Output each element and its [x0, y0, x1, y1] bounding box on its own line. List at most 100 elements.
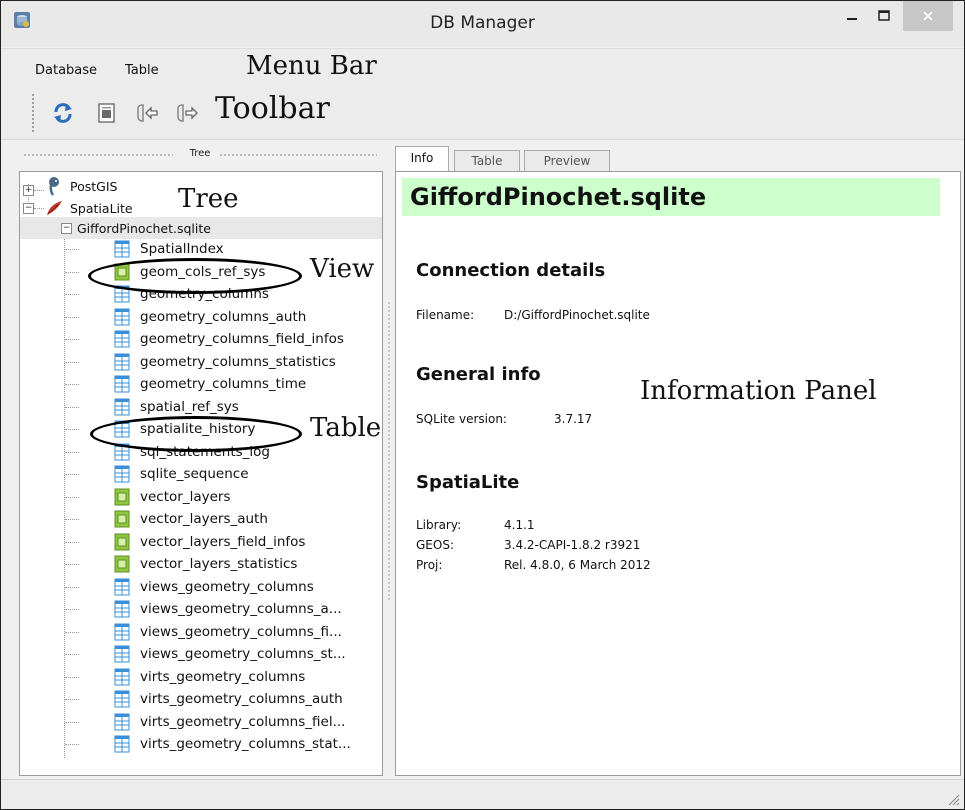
tree-item-postgis[interactable]: PostGIS [46, 175, 117, 197]
annotation-view: View [310, 254, 375, 284]
export-layer-button[interactable] [173, 99, 201, 127]
tree-item-label: sqlite_sequence [140, 466, 249, 482]
tree-connector [65, 564, 79, 565]
tree-item-view[interactable]: vector_layers_auth [114, 508, 268, 530]
tree-connector [34, 208, 44, 209]
tree-item-table[interactable]: virts_geometry_columns [114, 666, 305, 688]
library-row: Library: 4.1.1 [416, 518, 535, 532]
tree-item-label: GiffordPinochet.sqlite [77, 220, 211, 236]
tree-item-view[interactable]: vector_layers_field_infos [114, 531, 305, 553]
tree-dock-header: Tree [19, 146, 381, 164]
database-expander[interactable]: − [61, 222, 72, 234]
tree-connector [65, 384, 79, 385]
tree-item-label: virts_geometry_columns_fiel... [140, 713, 346, 730]
tree-item-view[interactable]: vector_layers [114, 486, 230, 508]
geos-value: 3.4.2-CAPI-1.8.2 r3921 [504, 538, 641, 552]
tree-item-database[interactable]: − GiffordPinochet.sqlite [20, 217, 382, 239]
tree-item-label: views_geometry_columns_a... [140, 601, 342, 617]
tree-item-table[interactable]: views_geometry_columns_fi... [114, 621, 342, 643]
sqlite-version-label: SQLite version: [416, 412, 507, 426]
tree-item-label: vector_layers [140, 488, 231, 505]
table-icon [114, 690, 130, 708]
minimize-button[interactable] [837, 1, 867, 31]
postgis-expander[interactable]: + [23, 185, 34, 196]
tree-connector [65, 474, 79, 475]
window-title: DB Manager [430, 13, 535, 33]
tree-item-table[interactable]: geometry_columns_time [114, 373, 306, 395]
tree-item-label: views_geometry_columns_st... [140, 646, 346, 662]
maximize-button[interactable] [869, 1, 899, 31]
connection-details-heading: Connection details [416, 260, 606, 281]
tree-header-grip-right [219, 153, 377, 157]
tree-connector [65, 721, 79, 723]
filename-value: D:/GiffordPinochet.sqlite [504, 308, 650, 322]
close-button[interactable] [903, 1, 953, 31]
info-title: GiffordPinochet.sqlite [402, 178, 940, 216]
library-label: Library: [416, 518, 462, 532]
tab-table[interactable]: Table [454, 150, 520, 171]
sql-window-button[interactable] [93, 99, 121, 127]
tab-info[interactable]: Info [395, 146, 449, 172]
menu-table[interactable]: Table [125, 63, 159, 78]
tree-connector [65, 316, 79, 318]
tree-item-label: spatial_ref_sys [140, 398, 239, 415]
tree-item-table[interactable]: geometry_columns_statistics [114, 351, 336, 373]
resize-grip-icon[interactable] [946, 792, 960, 806]
menu-database[interactable]: Database [35, 63, 97, 78]
tree-item-table[interactable]: views_geometry_columns [114, 576, 314, 598]
table-icon [114, 645, 130, 663]
tree-item-table[interactable]: geometry_columns_field_infos [114, 328, 344, 350]
tree-item-table[interactable]: sqlite_sequence [114, 463, 249, 485]
tree-item-view[interactable]: vector_layers_statistics [114, 553, 297, 575]
tree-connector [64, 232, 65, 758]
tree-item-table[interactable]: views_geometry_columns_st... [114, 643, 346, 665]
refresh-icon [54, 103, 72, 123]
sql-window-icon [98, 103, 115, 123]
library-value: 4.1.1 [504, 518, 535, 532]
tree-item-label: PostGIS [70, 178, 118, 194]
table-highlight-ellipse [90, 416, 302, 452]
tree-connector [65, 631, 79, 633]
table-icon [114, 398, 130, 415]
table-icon [114, 353, 130, 370]
tree-connector [65, 654, 79, 655]
annotation-information-panel: Information Panel [640, 376, 877, 406]
refresh-button[interactable] [49, 99, 77, 127]
tree-item-label: SpatiaLite [70, 200, 133, 216]
tab-preview[interactable]: Preview [524, 150, 610, 171]
panel-splitter[interactable] [387, 301, 391, 601]
tree-connector [65, 699, 79, 700]
tree-item-spatialite[interactable]: SpatiaLite [46, 197, 133, 219]
tree-item-label: views_geometry_columns_fi... [140, 623, 342, 640]
tree-item-table[interactable]: geometry_columns_auth [114, 306, 306, 328]
toolbar-grip[interactable] [31, 93, 35, 133]
table-icon [114, 623, 130, 640]
tree-item-table[interactable]: virts_geometry_columns_stat... [114, 733, 351, 755]
tree-connector [65, 339, 79, 340]
tree-item-table[interactable]: virts_geometry_columns_fiel... [114, 711, 345, 733]
table-icon [114, 600, 130, 618]
tree-item-label: virts_geometry_columns_stat... [140, 736, 351, 752]
toolbar: Toolbar [1, 87, 964, 140]
view-icon [114, 555, 130, 573]
tree-item-label: virts_geometry_columns [140, 668, 306, 685]
spatialite-expander[interactable]: − [23, 203, 34, 214]
tree-item-label: geometry_columns_statistics [140, 353, 336, 370]
tree-connector [65, 541, 79, 543]
tree-item-table[interactable]: views_geometry_columns_a... [114, 598, 342, 620]
tree-item-label: virts_geometry_columns_auth [140, 691, 343, 707]
view-icon [114, 510, 130, 528]
proj-label: Proj: [416, 558, 443, 572]
tree-connector [34, 190, 44, 191]
tree-item-table[interactable]: SpatialIndex [114, 238, 224, 260]
tree-item-table[interactable]: spatial_ref_sys [114, 396, 239, 418]
import-layer-button[interactable] [133, 99, 161, 127]
table-icon [114, 240, 130, 258]
tree-item-table[interactable]: virts_geometry_columns_auth [114, 688, 343, 710]
geos-label: GEOS: [416, 538, 454, 552]
table-icon [114, 330, 130, 348]
geos-row: GEOS: 3.4.2-CAPI-1.8.2 r3921 [416, 538, 640, 552]
filename-row: Filename: D:/GiffordPinochet.sqlite [416, 308, 650, 322]
tree-item-label: vector_layers_auth [140, 511, 268, 527]
tree-connector [65, 249, 79, 250]
